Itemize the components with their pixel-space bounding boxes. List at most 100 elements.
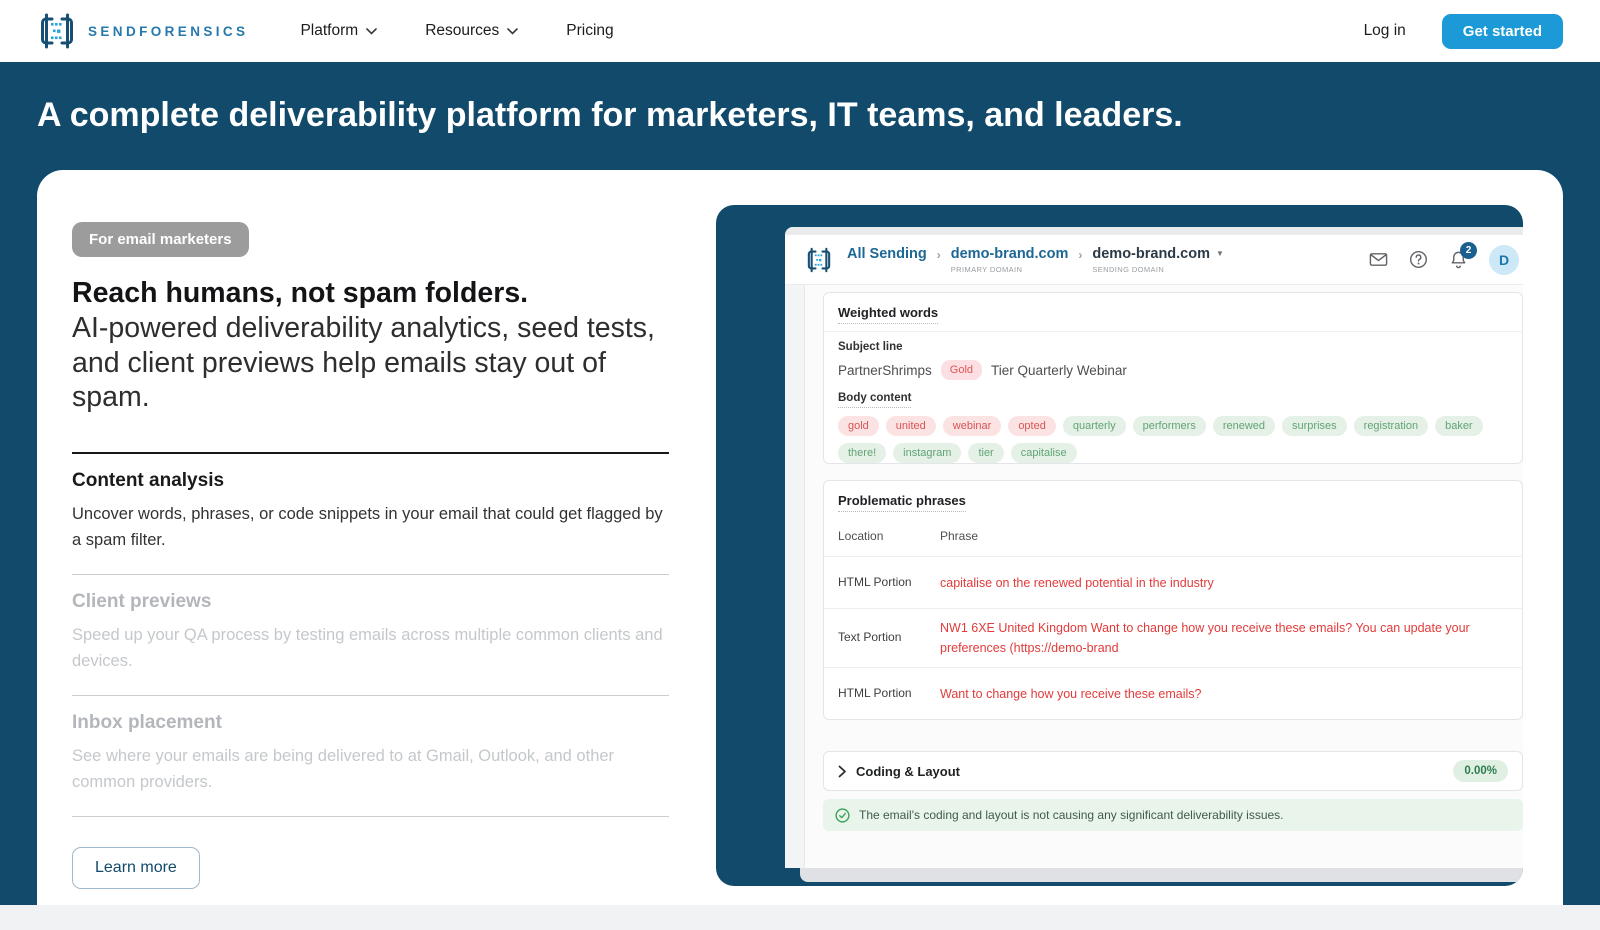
mail-icon — [1369, 250, 1388, 269]
nav-right: Log in Get started — [1364, 14, 1563, 49]
weighted-word-pill: gold — [838, 416, 879, 436]
feature-tab-title: Inbox placement — [72, 712, 669, 734]
brand-logo-icon — [37, 11, 77, 51]
get-started-button[interactable]: Get started — [1442, 14, 1563, 49]
product-demo-frame: All Sending › demo-brand.com PRIMARY DOM… — [716, 205, 1523, 886]
feature-tab-list: Content analysis Uncover words, phrases,… — [72, 452, 669, 817]
score-badge: 0.00% — [1453, 760, 1508, 782]
subject-line-value: PartnerShrimps Gold Tier Quarterly Webin… — [838, 360, 1508, 380]
login-link[interactable]: Log in — [1364, 22, 1406, 40]
phrase-text: Want to change how you receive these ema… — [940, 684, 1500, 704]
screenshot-bottom-edge — [800, 868, 1523, 882]
subject-line-label: Subject line — [838, 341, 1508, 353]
phrase-location: HTML Portion — [838, 573, 914, 592]
column-location: Location — [838, 529, 914, 543]
feature-tab-description: Speed up your QA process by testing emai… — [72, 622, 664, 674]
problematic-phrases-card: Problematic phrases Location Phrase HTML… — [823, 480, 1523, 720]
phrase-table-row: Text Portion NW1 6XE United Kingdom Want… — [824, 608, 1522, 667]
feature-tab[interactable]: Inbox placement See where your emails ar… — [72, 696, 669, 817]
feature-tab-title: Content analysis — [72, 470, 669, 492]
feature-card: For email marketers Reach humans, not sp… — [37, 170, 1563, 905]
breadcrumb: All Sending › demo-brand.com PRIMARY DOM… — [847, 246, 1224, 274]
audience-badge: For email marketers — [72, 222, 249, 257]
nav-item-label: Platform — [300, 22, 358, 40]
coding-layout-title: Coding & Layout — [856, 764, 960, 779]
subject-text: PartnerShrimps — [838, 363, 932, 378]
weighted-word-pill: quarterly — [1063, 416, 1126, 436]
app-content: Weighted words Subject line PartnerShrim… — [805, 285, 1523, 868]
breadcrumb-sending-domain: demo-brand.com▼ SENDING DOMAIN — [1092, 246, 1224, 274]
app-logo-icon — [805, 244, 833, 276]
coding-layout-accordion: Coding & Layout 0.00% — [823, 751, 1523, 791]
success-alert-text: The email's coding and layout is not cau… — [859, 808, 1284, 822]
breadcrumb-caption: PRIMARY DOMAIN — [951, 265, 1069, 274]
breadcrumb-all-sending: All Sending — [847, 246, 927, 262]
weighted-word-pill: baker — [1435, 416, 1483, 436]
weighted-word-pill: there! — [838, 443, 886, 463]
nav-item-platform[interactable]: Platform — [300, 22, 377, 40]
problematic-phrases-title: Problematic phrases — [838, 493, 966, 512]
weighted-word-pill: opted — [1008, 416, 1056, 436]
notifications: 2 — [1449, 250, 1468, 269]
success-alert: The email's coding and layout is not cau… — [823, 799, 1523, 831]
weighted-word-pill: registration — [1354, 416, 1428, 436]
weighted-word-pill: surprises — [1282, 416, 1347, 436]
breadcrumb-label: All Sending — [847, 246, 927, 262]
top-navigation: SENDFORENSICS Platform Resources Pricing… — [0, 0, 1600, 62]
app-screenshot: All Sending › demo-brand.com PRIMARY DOM… — [785, 227, 1523, 868]
phrase-location: HTML Portion — [838, 684, 914, 703]
brand-name: SENDFORENSICS — [88, 24, 248, 39]
avatar: D — [1489, 245, 1519, 275]
brand-logo[interactable]: SENDFORENSICS — [37, 11, 248, 51]
breadcrumb-caption: SENDING DOMAIN — [1092, 265, 1224, 274]
breadcrumb-primary-domain: demo-brand.com PRIMARY DOMAIN — [951, 246, 1069, 274]
body-content-label: Body content — [838, 392, 911, 408]
column-phrase: Phrase — [940, 529, 1508, 543]
app-header-icons: 2 D — [1369, 245, 1519, 275]
weighted-word-pill: united — [886, 416, 936, 436]
nav-item-pricing[interactable]: Pricing — [566, 22, 613, 40]
phrase-text: capitalise on the renewed potential in t… — [940, 573, 1500, 593]
hero-heading: A complete deliverability platform for m… — [37, 96, 1183, 135]
feature-tab[interactable]: Client previews Speed up your QA process… — [72, 575, 669, 696]
phrases-table-header: Location Phrase — [824, 519, 1522, 556]
weighted-word-pill: instagram — [893, 443, 961, 463]
breadcrumb-separator: › — [1078, 248, 1082, 262]
breadcrumb-label: demo-brand.com▼ — [1092, 246, 1224, 262]
phrase-location: Text Portion — [838, 628, 914, 647]
app-side-rail — [785, 285, 805, 868]
weighted-word-pills: gold united webinar opted quarterly performer… — [838, 416, 1490, 463]
chevron-right-icon — [838, 765, 847, 778]
phrase-table-row: HTML Portion Want to change how you rece… — [824, 667, 1522, 719]
phrase-text: NW1 6XE United Kingdom Want to change ho… — [940, 618, 1500, 658]
weighted-word-pill: capitalise — [1011, 443, 1077, 463]
feature-headline: Reach humans, not spam folders. — [72, 276, 684, 311]
feature-intro: Reach humans, not spam folders. AI-power… — [72, 276, 684, 415]
nav-item-resources[interactable]: Resources — [425, 22, 518, 40]
weighted-word-pill: webinar — [943, 416, 1002, 436]
help-icon — [1409, 250, 1428, 269]
breadcrumb-label: demo-brand.com — [951, 246, 1069, 262]
weighted-word-pill: renewed — [1213, 416, 1275, 436]
weighted-word-pill: performers — [1133, 416, 1206, 436]
screenshot-top-edge — [785, 227, 1523, 235]
caret-down-icon: ▼ — [1216, 249, 1224, 258]
weighted-words-title: Weighted words — [838, 305, 938, 324]
feature-tab[interactable]: Content analysis Uncover words, phrases,… — [72, 452, 669, 575]
chevron-down-icon — [366, 28, 377, 35]
weighted-words-card: Weighted words Subject line PartnerShrim… — [823, 292, 1523, 464]
chevron-down-icon — [507, 28, 518, 35]
weighted-word-pill: Gold — [941, 360, 982, 380]
feature-tab-title: Client previews — [72, 591, 669, 613]
app-header: All Sending › demo-brand.com PRIMARY DOM… — [785, 235, 1523, 285]
phrase-table-row: HTML Portion capitalise on the renewed p… — [824, 556, 1522, 608]
nav-links: Platform Resources Pricing — [300, 22, 613, 40]
weighted-word-pill: tier — [968, 443, 1003, 463]
check-circle-icon — [835, 808, 850, 823]
learn-more-button[interactable]: Learn more — [72, 847, 200, 889]
feature-tab-description: Uncover words, phrases, or code snippets… — [72, 501, 664, 553]
nav-item-label: Pricing — [566, 22, 613, 40]
feature-tab-description: See where your emails are being delivere… — [72, 743, 664, 795]
subject-text: Tier Quarterly Webinar — [991, 363, 1127, 378]
breadcrumb-separator: › — [937, 248, 941, 262]
